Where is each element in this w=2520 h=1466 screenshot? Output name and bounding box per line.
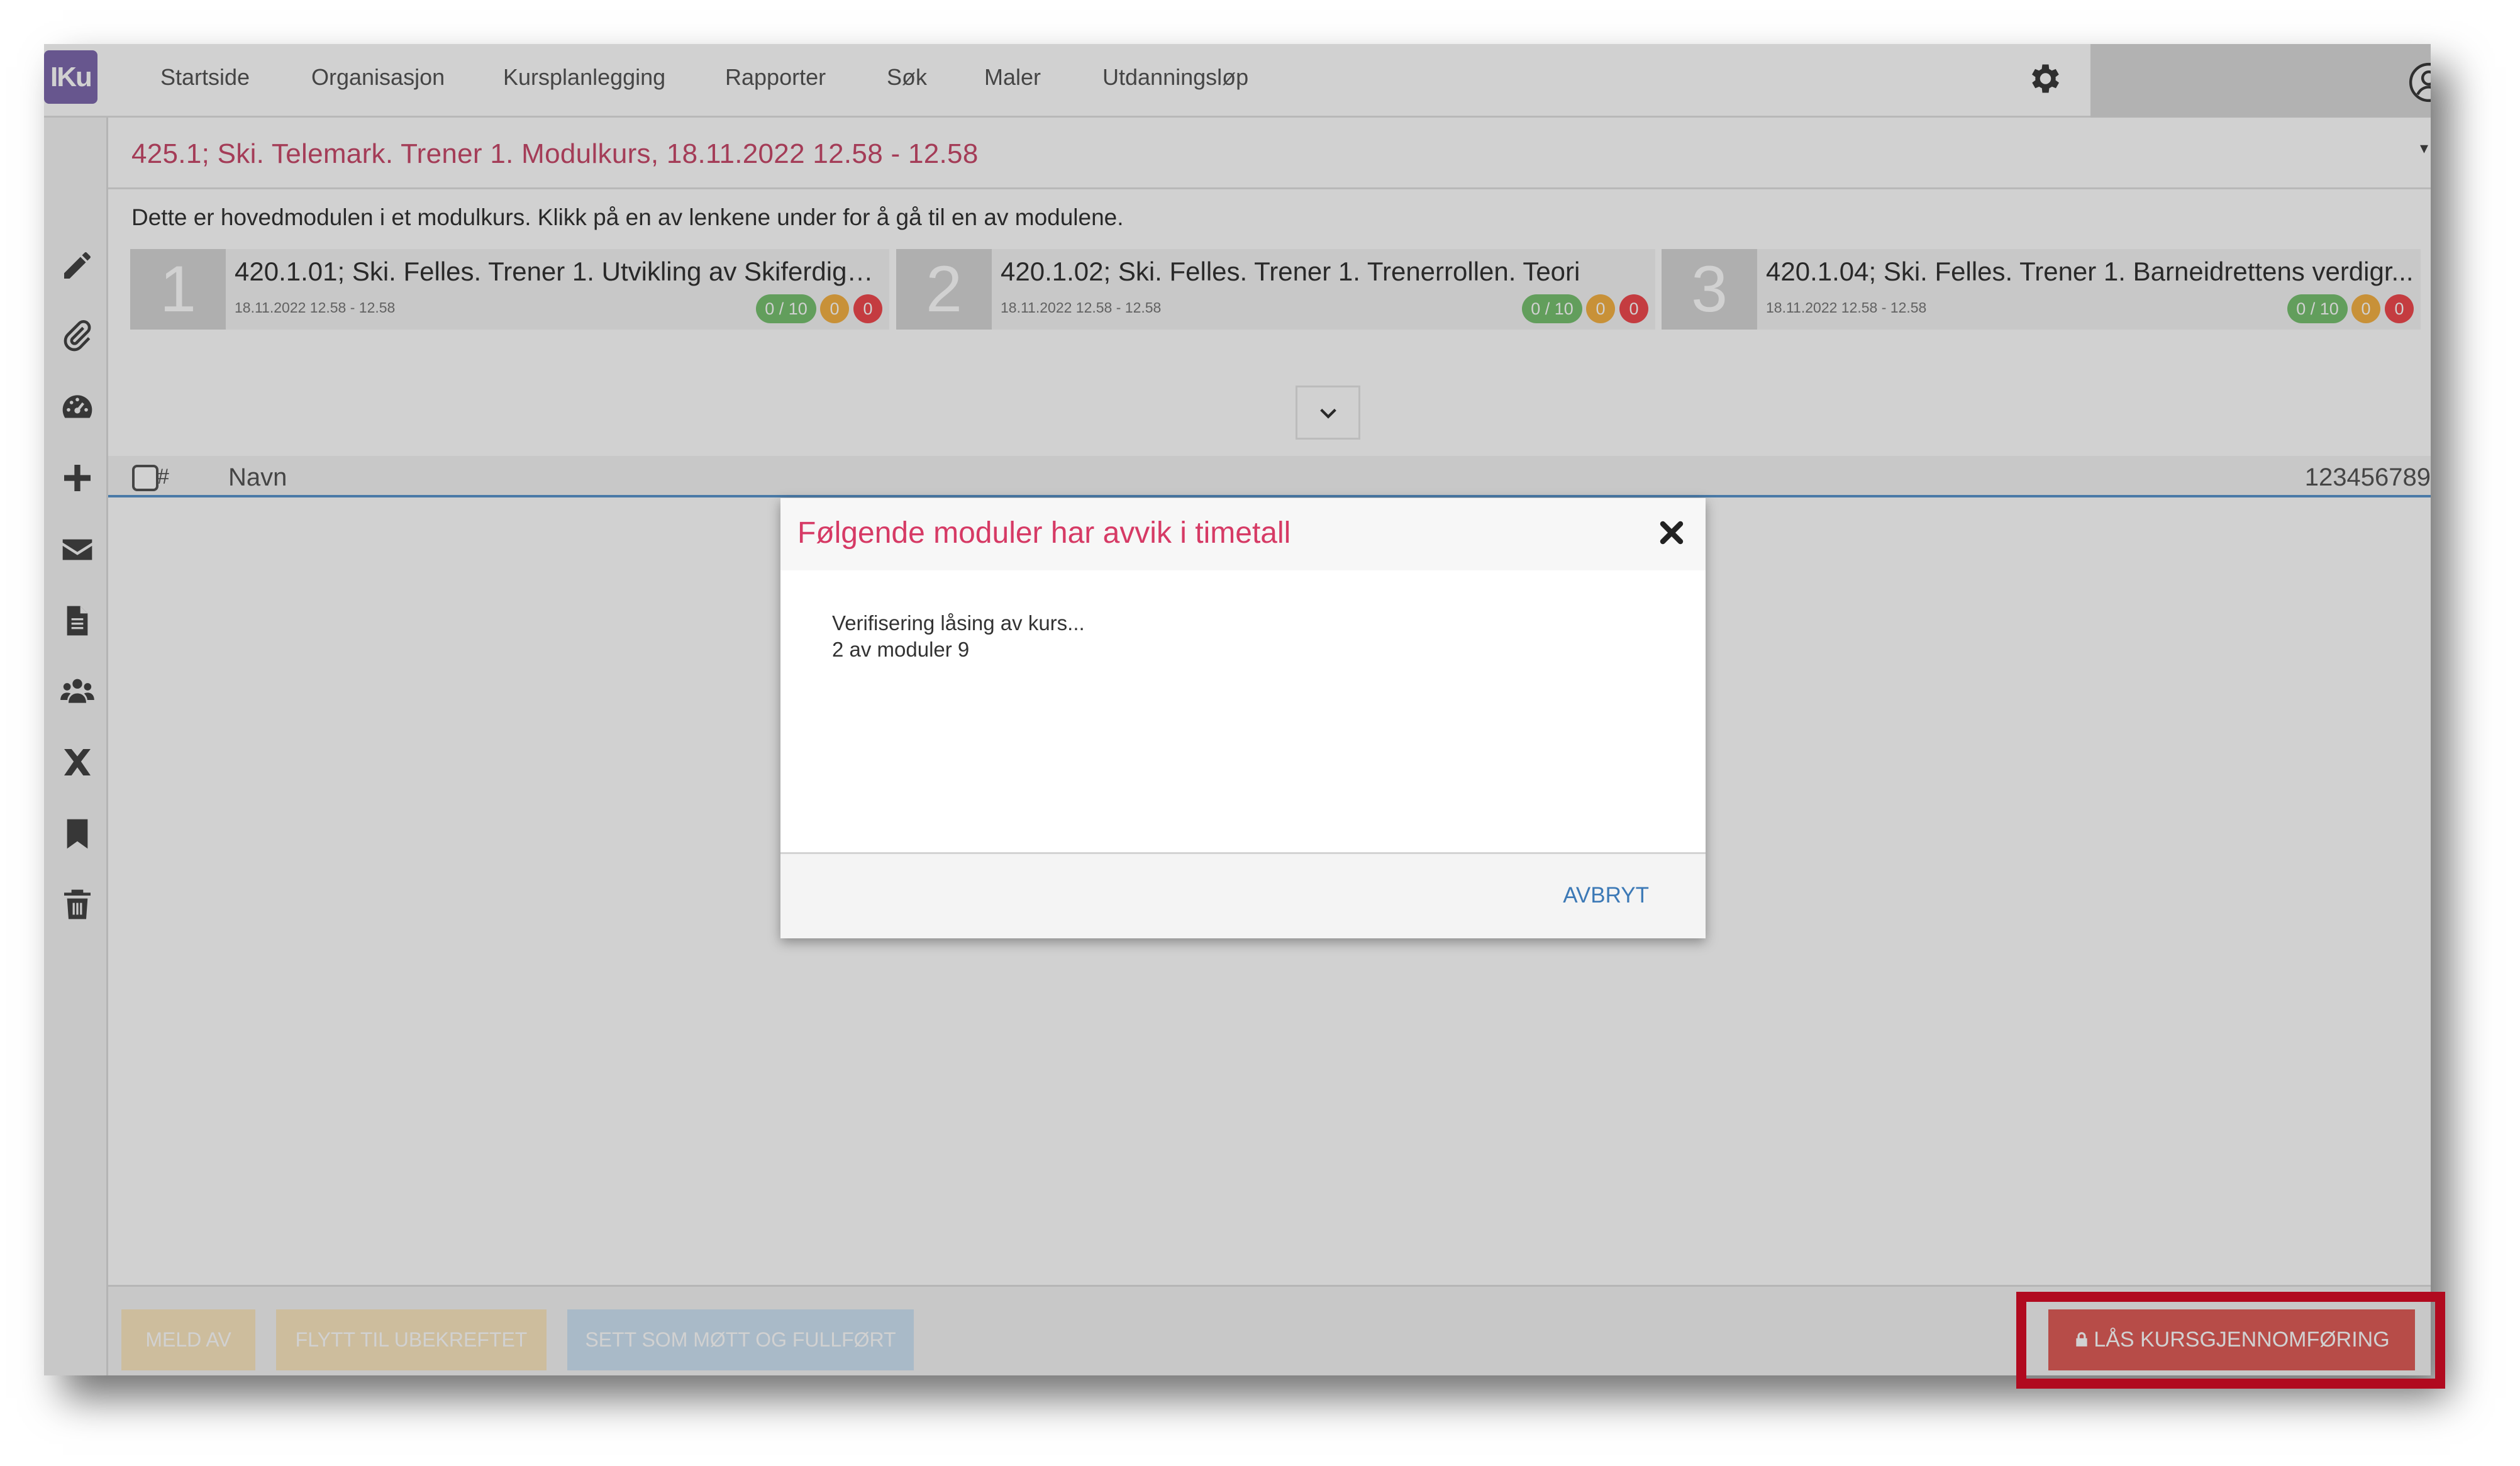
dialog-footer: AVBRYT: [780, 852, 1706, 938]
dialog-title: Følgende moduler har avvik i timetall: [797, 516, 1291, 550]
dialog-status-text: Verifisering låsing av kurs...: [832, 611, 1085, 635]
cancel-button[interactable]: AVBRYT: [1563, 883, 1649, 908]
close-icon[interactable]: [1654, 515, 1689, 550]
highlight-frame: [2016, 1292, 2445, 1389]
verification-dialog: Følgende moduler har avvik i timetall Ve…: [780, 498, 1706, 938]
dialog-progress-text: 2 av moduler 9: [832, 638, 970, 661]
dialog-header: Følgende moduler har avvik i timetall: [780, 498, 1706, 570]
app-window: IKu Startside Organisasjon Kursplanleggi…: [44, 44, 2431, 1375]
